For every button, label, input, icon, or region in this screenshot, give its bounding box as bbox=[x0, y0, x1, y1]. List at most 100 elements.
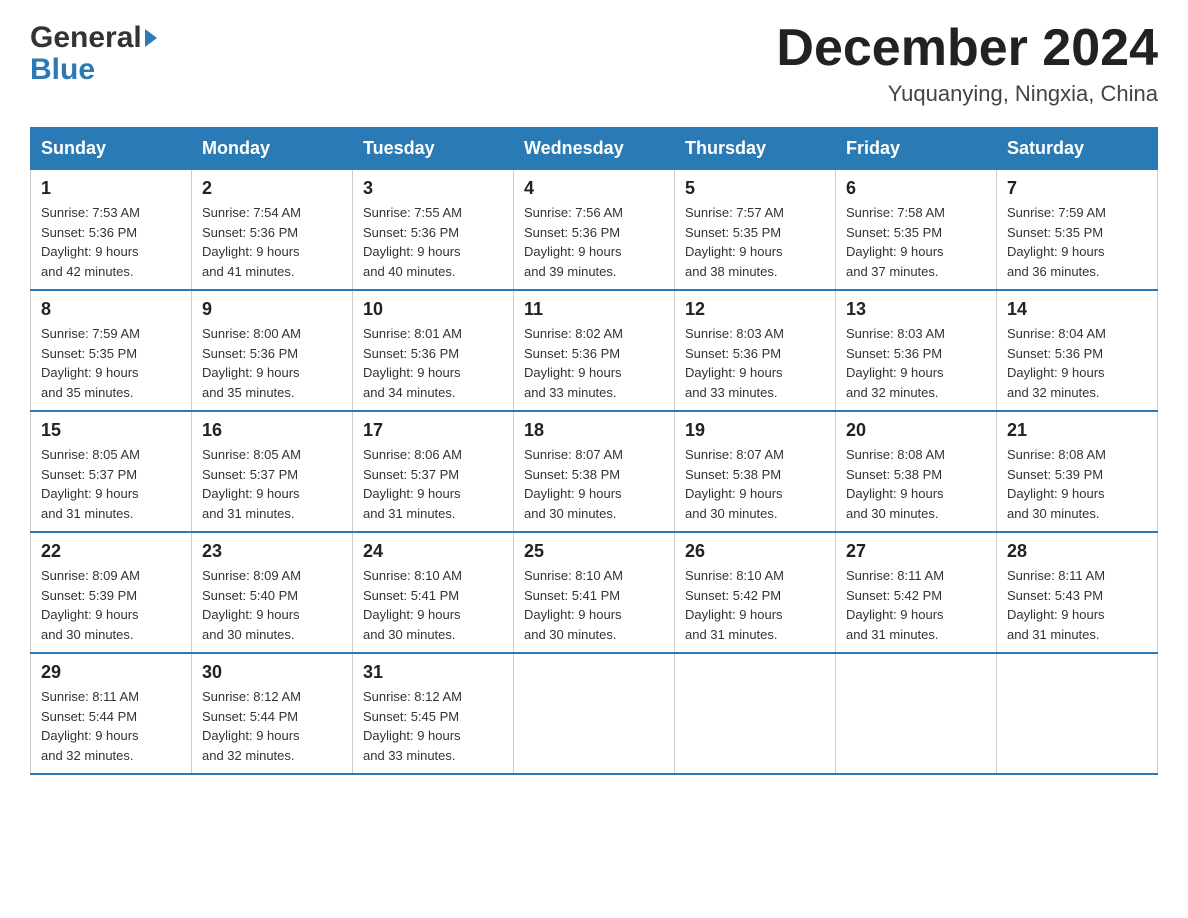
day-info: Sunrise: 7:53 AM Sunset: 5:36 PM Dayligh… bbox=[41, 203, 181, 281]
day-cell: 30 Sunrise: 8:12 AM Sunset: 5:44 PM Dayli… bbox=[192, 653, 353, 774]
day-number: 23 bbox=[202, 541, 342, 562]
header-right: December 2024 Yuquanying, Ningxia, China bbox=[776, 20, 1158, 107]
day-number: 15 bbox=[41, 420, 181, 441]
day-info: Sunrise: 8:05 AM Sunset: 5:37 PM Dayligh… bbox=[41, 445, 181, 523]
location-label: Yuquanying, Ningxia, China bbox=[776, 81, 1158, 107]
day-number: 10 bbox=[363, 299, 503, 320]
day-cell: 23 Sunrise: 8:09 AM Sunset: 5:40 PM Dayli… bbox=[192, 532, 353, 653]
day-cell: 6 Sunrise: 7:58 AM Sunset: 5:35 PM Daylig… bbox=[836, 170, 997, 291]
day-cell: 28Sunrise: 8:11 AM Sunset: 5:43 PM Dayli… bbox=[997, 532, 1158, 653]
day-info: Sunrise: 8:03 AM Sunset: 5:36 PM Dayligh… bbox=[846, 324, 986, 402]
day-info: Sunrise: 8:01 AM Sunset: 5:36 PM Dayligh… bbox=[363, 324, 503, 402]
day-number: 9 bbox=[202, 299, 342, 320]
day-info: Sunrise: 7:56 AM Sunset: 5:36 PM Dayligh… bbox=[524, 203, 664, 281]
day-info: Sunrise: 8:07 AM Sunset: 5:38 PM Dayligh… bbox=[524, 445, 664, 523]
day-info: Sunrise: 7:59 AM Sunset: 5:35 PM Dayligh… bbox=[1007, 203, 1147, 281]
logo-general-text: General bbox=[30, 20, 142, 56]
logo: General Blue bbox=[30, 20, 157, 88]
calendar-table: SundayMondayTuesdayWednesdayThursdayFrid… bbox=[30, 127, 1158, 775]
day-cell: 19Sunrise: 8:07 AM Sunset: 5:38 PM Dayli… bbox=[675, 411, 836, 532]
column-header-monday: Monday bbox=[192, 128, 353, 170]
day-cell: 25Sunrise: 8:10 AM Sunset: 5:41 PM Dayli… bbox=[514, 532, 675, 653]
day-cell: 15 Sunrise: 8:05 AM Sunset: 5:37 PM Dayli… bbox=[31, 411, 192, 532]
day-info: Sunrise: 7:58 AM Sunset: 5:35 PM Dayligh… bbox=[846, 203, 986, 281]
day-number: 31 bbox=[363, 662, 503, 683]
day-info: Sunrise: 8:12 AM Sunset: 5:45 PM Dayligh… bbox=[363, 687, 503, 765]
page-header: General Blue December 2024 Yuquanying, N… bbox=[30, 20, 1158, 107]
day-cell: 27 Sunrise: 8:11 AM Sunset: 5:42 PM Dayli… bbox=[836, 532, 997, 653]
day-info: Sunrise: 8:09 AM Sunset: 5:39 PM Dayligh… bbox=[41, 566, 181, 644]
day-cell: 1Sunrise: 7:53 AM Sunset: 5:36 PM Daylig… bbox=[31, 170, 192, 291]
day-info: Sunrise: 8:06 AM Sunset: 5:37 PM Dayligh… bbox=[363, 445, 503, 523]
day-info: Sunrise: 7:57 AM Sunset: 5:35 PM Dayligh… bbox=[685, 203, 825, 281]
day-info: Sunrise: 8:10 AM Sunset: 5:42 PM Dayligh… bbox=[685, 566, 825, 644]
day-number: 11 bbox=[524, 299, 664, 320]
day-cell: 4 Sunrise: 7:56 AM Sunset: 5:36 PM Daylig… bbox=[514, 170, 675, 291]
day-cell: 22 Sunrise: 8:09 AM Sunset: 5:39 PM Dayli… bbox=[31, 532, 192, 653]
day-cell: 16 Sunrise: 8:05 AM Sunset: 5:37 PM Dayli… bbox=[192, 411, 353, 532]
day-info: Sunrise: 8:05 AM Sunset: 5:37 PM Dayligh… bbox=[202, 445, 342, 523]
day-number: 24 bbox=[363, 541, 503, 562]
day-info: Sunrise: 8:09 AM Sunset: 5:40 PM Dayligh… bbox=[202, 566, 342, 644]
day-cell: 10 Sunrise: 8:01 AM Sunset: 5:36 PM Dayli… bbox=[353, 290, 514, 411]
day-cell: 18 Sunrise: 8:07 AM Sunset: 5:38 PM Dayli… bbox=[514, 411, 675, 532]
month-title: December 2024 bbox=[776, 20, 1158, 77]
day-info: Sunrise: 8:11 AM Sunset: 5:42 PM Dayligh… bbox=[846, 566, 986, 644]
day-number: 3 bbox=[363, 178, 503, 199]
day-info: Sunrise: 7:55 AM Sunset: 5:36 PM Dayligh… bbox=[363, 203, 503, 281]
day-number: 2 bbox=[202, 178, 342, 199]
day-cell bbox=[675, 653, 836, 774]
day-number: 6 bbox=[846, 178, 986, 199]
day-cell: 31 Sunrise: 8:12 AM Sunset: 5:45 PM Dayli… bbox=[353, 653, 514, 774]
column-header-wednesday: Wednesday bbox=[514, 128, 675, 170]
day-number: 8 bbox=[41, 299, 181, 320]
day-number: 21 bbox=[1007, 420, 1147, 441]
day-number: 18 bbox=[524, 420, 664, 441]
day-info: Sunrise: 8:02 AM Sunset: 5:36 PM Dayligh… bbox=[524, 324, 664, 402]
column-header-saturday: Saturday bbox=[997, 128, 1158, 170]
day-number: 13 bbox=[846, 299, 986, 320]
column-header-sunday: Sunday bbox=[31, 128, 192, 170]
week-row-3: 15 Sunrise: 8:05 AM Sunset: 5:37 PM Dayli… bbox=[31, 411, 1158, 532]
day-number: 16 bbox=[202, 420, 342, 441]
day-number: 20 bbox=[846, 420, 986, 441]
day-cell: 24Sunrise: 8:10 AM Sunset: 5:41 PM Dayli… bbox=[353, 532, 514, 653]
day-cell: 13 Sunrise: 8:03 AM Sunset: 5:36 PM Dayli… bbox=[836, 290, 997, 411]
day-info: Sunrise: 8:11 AM Sunset: 5:44 PM Dayligh… bbox=[41, 687, 181, 765]
week-row-4: 22 Sunrise: 8:09 AM Sunset: 5:39 PM Dayli… bbox=[31, 532, 1158, 653]
day-cell: 20 Sunrise: 8:08 AM Sunset: 5:38 PM Dayli… bbox=[836, 411, 997, 532]
week-row-5: 29 Sunrise: 8:11 AM Sunset: 5:44 PM Dayli… bbox=[31, 653, 1158, 774]
day-number: 12 bbox=[685, 299, 825, 320]
day-number: 5 bbox=[685, 178, 825, 199]
day-info: Sunrise: 8:08 AM Sunset: 5:39 PM Dayligh… bbox=[1007, 445, 1147, 523]
logo-blue-text: Blue bbox=[30, 52, 157, 88]
day-number: 19 bbox=[685, 420, 825, 441]
day-cell bbox=[836, 653, 997, 774]
day-number: 29 bbox=[41, 662, 181, 683]
day-cell: 29 Sunrise: 8:11 AM Sunset: 5:44 PM Dayli… bbox=[31, 653, 192, 774]
day-number: 17 bbox=[363, 420, 503, 441]
day-info: Sunrise: 8:04 AM Sunset: 5:36 PM Dayligh… bbox=[1007, 324, 1147, 402]
day-number: 27 bbox=[846, 541, 986, 562]
day-info: Sunrise: 7:54 AM Sunset: 5:36 PM Dayligh… bbox=[202, 203, 342, 281]
column-header-thursday: Thursday bbox=[675, 128, 836, 170]
day-cell: 8 Sunrise: 7:59 AM Sunset: 5:35 PM Daylig… bbox=[31, 290, 192, 411]
day-cell: 3 Sunrise: 7:55 AM Sunset: 5:36 PM Daylig… bbox=[353, 170, 514, 291]
day-cell bbox=[514, 653, 675, 774]
week-row-1: 1Sunrise: 7:53 AM Sunset: 5:36 PM Daylig… bbox=[31, 170, 1158, 291]
week-row-2: 8 Sunrise: 7:59 AM Sunset: 5:35 PM Daylig… bbox=[31, 290, 1158, 411]
column-header-friday: Friday bbox=[836, 128, 997, 170]
day-number: 4 bbox=[524, 178, 664, 199]
day-cell: 12 Sunrise: 8:03 AM Sunset: 5:36 PM Dayli… bbox=[675, 290, 836, 411]
day-number: 26 bbox=[685, 541, 825, 562]
day-number: 22 bbox=[41, 541, 181, 562]
day-cell: 5 Sunrise: 7:57 AM Sunset: 5:35 PM Daylig… bbox=[675, 170, 836, 291]
day-info: Sunrise: 8:12 AM Sunset: 5:44 PM Dayligh… bbox=[202, 687, 342, 765]
day-info: Sunrise: 8:08 AM Sunset: 5:38 PM Dayligh… bbox=[846, 445, 986, 523]
day-info: Sunrise: 7:59 AM Sunset: 5:35 PM Dayligh… bbox=[41, 324, 181, 402]
day-info: Sunrise: 8:03 AM Sunset: 5:36 PM Dayligh… bbox=[685, 324, 825, 402]
day-cell bbox=[997, 653, 1158, 774]
day-cell: 11 Sunrise: 8:02 AM Sunset: 5:36 PM Dayli… bbox=[514, 290, 675, 411]
day-number: 30 bbox=[202, 662, 342, 683]
day-cell: 26 Sunrise: 8:10 AM Sunset: 5:42 PM Dayli… bbox=[675, 532, 836, 653]
